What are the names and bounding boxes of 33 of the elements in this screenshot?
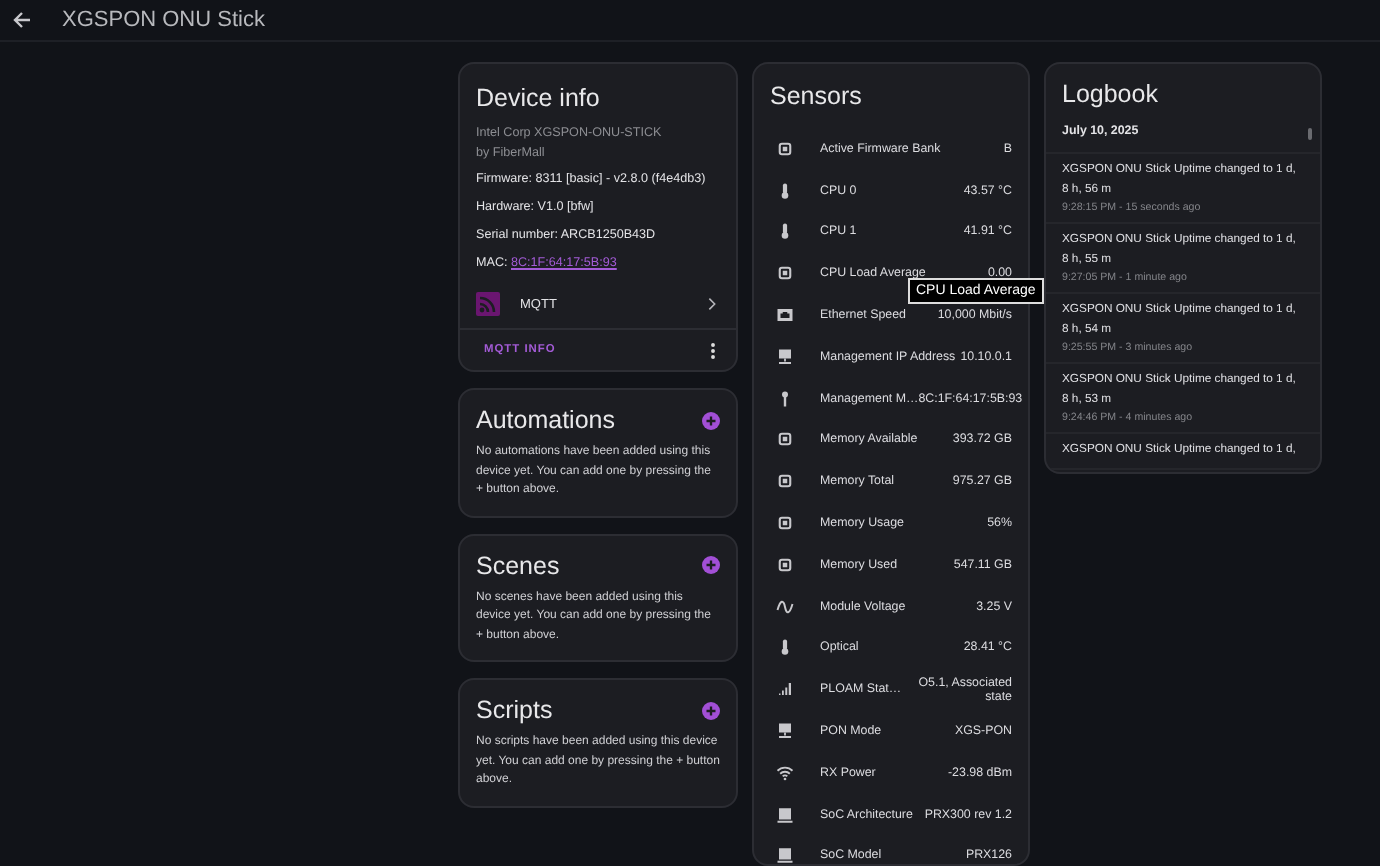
sine-wave-icon (776, 597, 794, 616)
card-title: Automations (476, 406, 615, 434)
thermometer-icon (776, 222, 794, 241)
card-title: Device info (476, 84, 602, 112)
chip-icon (776, 139, 794, 158)
chip-icon (776, 264, 794, 283)
signal-bars-icon (776, 680, 794, 699)
chevron-right-icon (704, 296, 720, 312)
scrollbar-thumb[interactable] (1308, 128, 1312, 140)
thermometer-icon (776, 638, 794, 657)
server-icon (776, 846, 794, 864)
wifi-icon (776, 763, 794, 782)
chip-icon (776, 514, 794, 533)
card-title: Sensors (770, 82, 864, 110)
card-title: Scenes (476, 551, 560, 579)
page-title: XGSPON ONU Stick (62, 8, 265, 32)
chip-icon (776, 430, 794, 449)
thermometer-icon (776, 181, 794, 200)
add-icon[interactable] (702, 701, 720, 719)
add-icon[interactable] (702, 556, 720, 574)
more-menu-icon[interactable] (710, 341, 716, 359)
ethernet-port-icon (776, 306, 794, 325)
key-icon (776, 389, 794, 408)
signal-waves-icon (476, 292, 500, 316)
chip-icon (776, 555, 794, 574)
monitor-icon (776, 347, 794, 366)
chip-icon (776, 472, 794, 491)
card-title: Logbook (1062, 80, 1160, 108)
back-arrow-icon[interactable] (12, 10, 32, 30)
server-icon (776, 805, 794, 824)
add-icon[interactable] (702, 411, 720, 429)
monitor-icon (776, 722, 794, 741)
card-title: Scripts (476, 696, 553, 724)
